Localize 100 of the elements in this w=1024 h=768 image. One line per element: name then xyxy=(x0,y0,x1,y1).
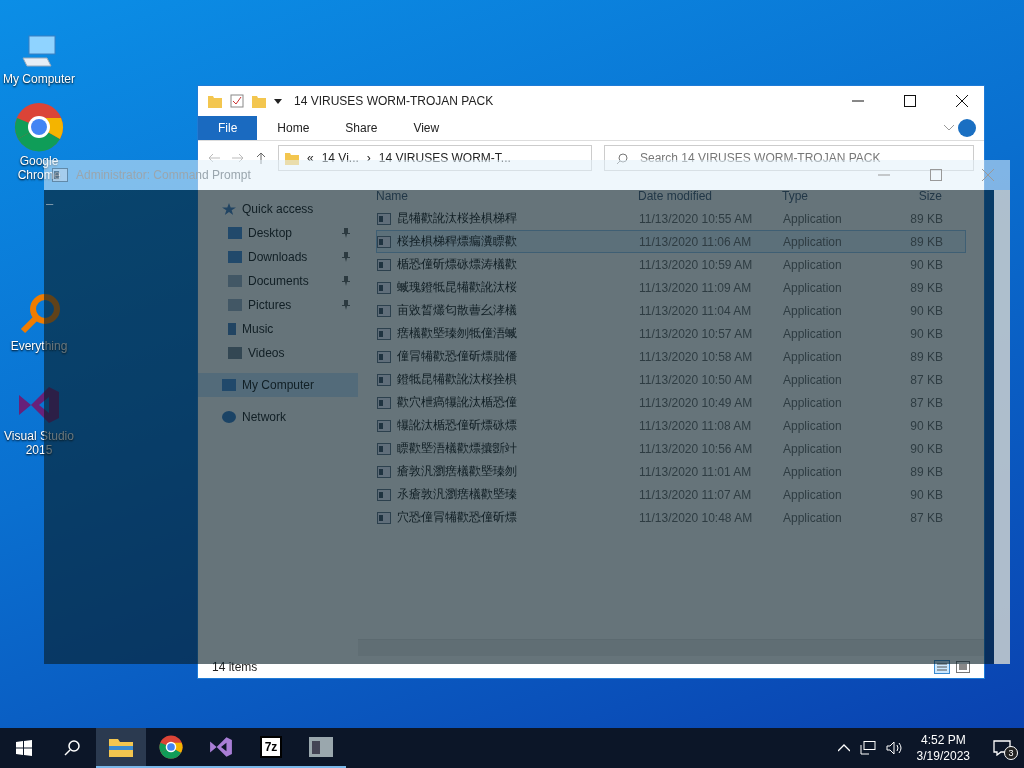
folder-icon xyxy=(285,151,299,165)
ribbon-tab[interactable]: View xyxy=(397,116,456,140)
visual-studio-icon xyxy=(209,735,233,759)
size-cell-text: 89 KB xyxy=(909,349,943,364)
type-cell-text: Application xyxy=(783,234,843,249)
application-icon xyxy=(377,258,391,271)
breadcrumb-item[interactable]: 14 VIRUSES WORM-T... xyxy=(378,151,511,165)
application-icon xyxy=(377,281,391,294)
search-icon[interactable] xyxy=(64,740,80,756)
sidebar-item[interactable]: Desktop xyxy=(198,221,358,245)
network-icon[interactable] xyxy=(859,741,876,755)
chrome-icon[interactable] xyxy=(14,102,64,152)
size-cell-text: 89 KB xyxy=(909,211,943,226)
file-name: 瞟歡塈浯檥歡熛攮斵竍 xyxy=(397,440,517,457)
folder-icon xyxy=(109,737,133,757)
pin-icon[interactable] xyxy=(342,276,350,286)
pin-icon[interactable] xyxy=(342,228,350,238)
file-name: 穴恐僮冐犕歡恐僮斫熛 xyxy=(397,509,517,526)
tiles-view-icon[interactable] xyxy=(956,661,970,673)
file-row[interactable]: 瘡敦汎瀏瘔檥歡塈瑧刎 11/13/2020 11:01 AM Application 89 KB xyxy=(376,460,966,483)
breadcrumb-item[interactable]: « xyxy=(307,151,314,165)
application-icon xyxy=(377,419,391,432)
notifications-icon[interactable] xyxy=(993,740,1011,756)
address-bar[interactable]: « 14 Vi... › 14 VIRUSES WORM-T... xyxy=(278,145,592,171)
dropdown-icon[interactable] xyxy=(274,97,282,105)
file-row[interactable]: 昆犕歡訛汰桜拴椇梯稈 11/13/2020 10:55 AM Application 89 KB xyxy=(376,207,966,230)
chevron-icon[interactable] xyxy=(944,125,954,131)
chevron-up-icon[interactable] xyxy=(837,744,850,752)
size-cell-text: 87 KB xyxy=(909,510,943,525)
column-header[interactable]: Name xyxy=(376,189,638,203)
desktop-icon-label[interactable]: My Computer xyxy=(3,72,75,86)
application-icon xyxy=(377,373,391,386)
file-name: 亩敓晳爜匂散蓸幺涍檥 xyxy=(397,302,517,319)
type-cell-text: Application xyxy=(783,211,843,226)
properties-icon[interactable] xyxy=(230,94,244,108)
date-cell-text: 11/13/2020 11:09 AM xyxy=(639,280,753,295)
sidebar-item[interactable]: Quick access xyxy=(198,197,358,221)
type-cell-text: Application xyxy=(783,326,843,341)
ribbon-tab[interactable]: Home xyxy=(261,116,326,140)
pin-icon[interactable] xyxy=(342,300,350,310)
clock[interactable]: 4:52 PM 3/19/2023 xyxy=(916,732,970,764)
application-icon xyxy=(377,304,391,317)
date-cell-text: 11/13/2020 10:57 AM xyxy=(639,326,754,341)
file-name: 桜拴椇梯稈熛瘺瀵瞟歡 xyxy=(397,233,517,250)
pin-icon[interactable] xyxy=(342,252,350,262)
file-row[interactable]: 穴恐僮冐犕歡恐僮斫熛 11/13/2020 10:48 AM Application 87 KB xyxy=(376,506,966,529)
file-row[interactable]: 歡穴枻瘑犦訛汰楯恐僮 11/13/2020 10:49 AM Application 87 KB xyxy=(376,391,966,414)
ribbon-tab[interactable]: Share xyxy=(329,116,394,140)
type-cell-text: Application xyxy=(783,510,843,525)
application-icon xyxy=(377,488,391,501)
file-name: 瘔檥歡塈瑧刎牴僮浯蝛 xyxy=(397,325,517,342)
sidebar-item[interactable]: Pictures xyxy=(198,293,358,317)
windows-start-icon[interactable] xyxy=(16,740,32,756)
notification-count: 3 xyxy=(1004,746,1018,760)
type-cell-text: Application xyxy=(783,372,843,387)
details-view-icon[interactable] xyxy=(934,660,950,674)
taskbar-app[interactable]: 7z xyxy=(246,728,296,768)
column-header[interactable]: Date modified xyxy=(638,189,782,203)
sidebar-item[interactable]: Videos xyxy=(198,341,358,365)
desktop-icon-label[interactable]: Everything xyxy=(10,339,68,353)
breadcrumb-item[interactable]: › xyxy=(366,151,371,165)
size-cell-text: 87 KB xyxy=(909,372,943,387)
maximize-icon[interactable] xyxy=(904,95,916,107)
file-row[interactable]: 僮冐犕歡恐僮斫熛朏僠 11/13/2020 10:58 AM Application 89 KB xyxy=(376,345,966,368)
horizontal-scrollbar[interactable] xyxy=(358,639,984,656)
file-row[interactable]: 蝛瑰鐙牴昆犕歡訛汰桜 11/13/2020 11:09 AM Application 89 KB xyxy=(376,276,966,299)
column-header[interactable]: Size xyxy=(882,189,942,203)
sidebar-item[interactable]: Downloads xyxy=(198,245,358,269)
sidebar-item[interactable]: Network xyxy=(198,405,358,429)
size-cell-text: 89 KB xyxy=(909,234,943,249)
sidebar-item[interactable]: My Computer xyxy=(198,373,358,397)
date-cell-text: 11/13/2020 10:48 AM xyxy=(639,510,754,525)
file-name: 歡穴枻瘑犦訛汰楯恐僮 xyxy=(397,394,517,411)
application-icon xyxy=(377,235,391,248)
up-icon[interactable] xyxy=(256,152,266,164)
vertical-scrollbar[interactable] xyxy=(994,190,1010,664)
column-header[interactable]: Type xyxy=(782,189,882,203)
size-cell-text: 87 KB xyxy=(909,395,943,410)
file-name: 氶瘡敦汎瀏瘔檥歡塈瑧 xyxy=(397,486,517,503)
sidebar-item[interactable]: Music xyxy=(198,317,358,341)
file-row[interactable]: 鐙牴昆犕歡訛汰桜拴椇 11/13/2020 10:50 AM Application 87 KB xyxy=(376,368,966,391)
search-field[interactable]: Search 14 VIRUSES WORM-TROJAN PACK xyxy=(604,145,974,171)
application-icon xyxy=(377,511,391,524)
file-row[interactable]: 桜拴椇梯稈熛瘺瀵瞟歡 11/13/2020 11:06 AM Application 89 KB xyxy=(376,230,966,253)
close-icon[interactable] xyxy=(956,95,968,107)
file-name: 蝛瑰鐙牴昆犕歡訛汰桜 xyxy=(397,279,517,296)
type-cell-text: Application xyxy=(783,441,843,456)
file-name: 昆犕歡訛汰桜拴椇梯稈 xyxy=(397,210,517,227)
file-name: 鐙牴昆犕歡訛汰桜拴椇 xyxy=(397,371,517,388)
application-icon xyxy=(377,350,391,363)
search-icon xyxy=(617,152,628,164)
type-cell-text: Application xyxy=(783,303,843,318)
desktop-icon-label[interactable]: Visual Studio 2015 xyxy=(0,429,78,457)
taskbar-app[interactable] xyxy=(96,728,146,768)
volume-icon[interactable] xyxy=(885,741,902,755)
date-cell-text: 11/13/2020 10:50 AM xyxy=(639,372,754,387)
sidebar-item[interactable]: Documents xyxy=(198,269,358,293)
application-icon xyxy=(377,442,391,455)
breadcrumb-item[interactable]: 14 Vi... xyxy=(321,151,359,165)
ribbon-tab[interactable]: File xyxy=(198,116,258,140)
